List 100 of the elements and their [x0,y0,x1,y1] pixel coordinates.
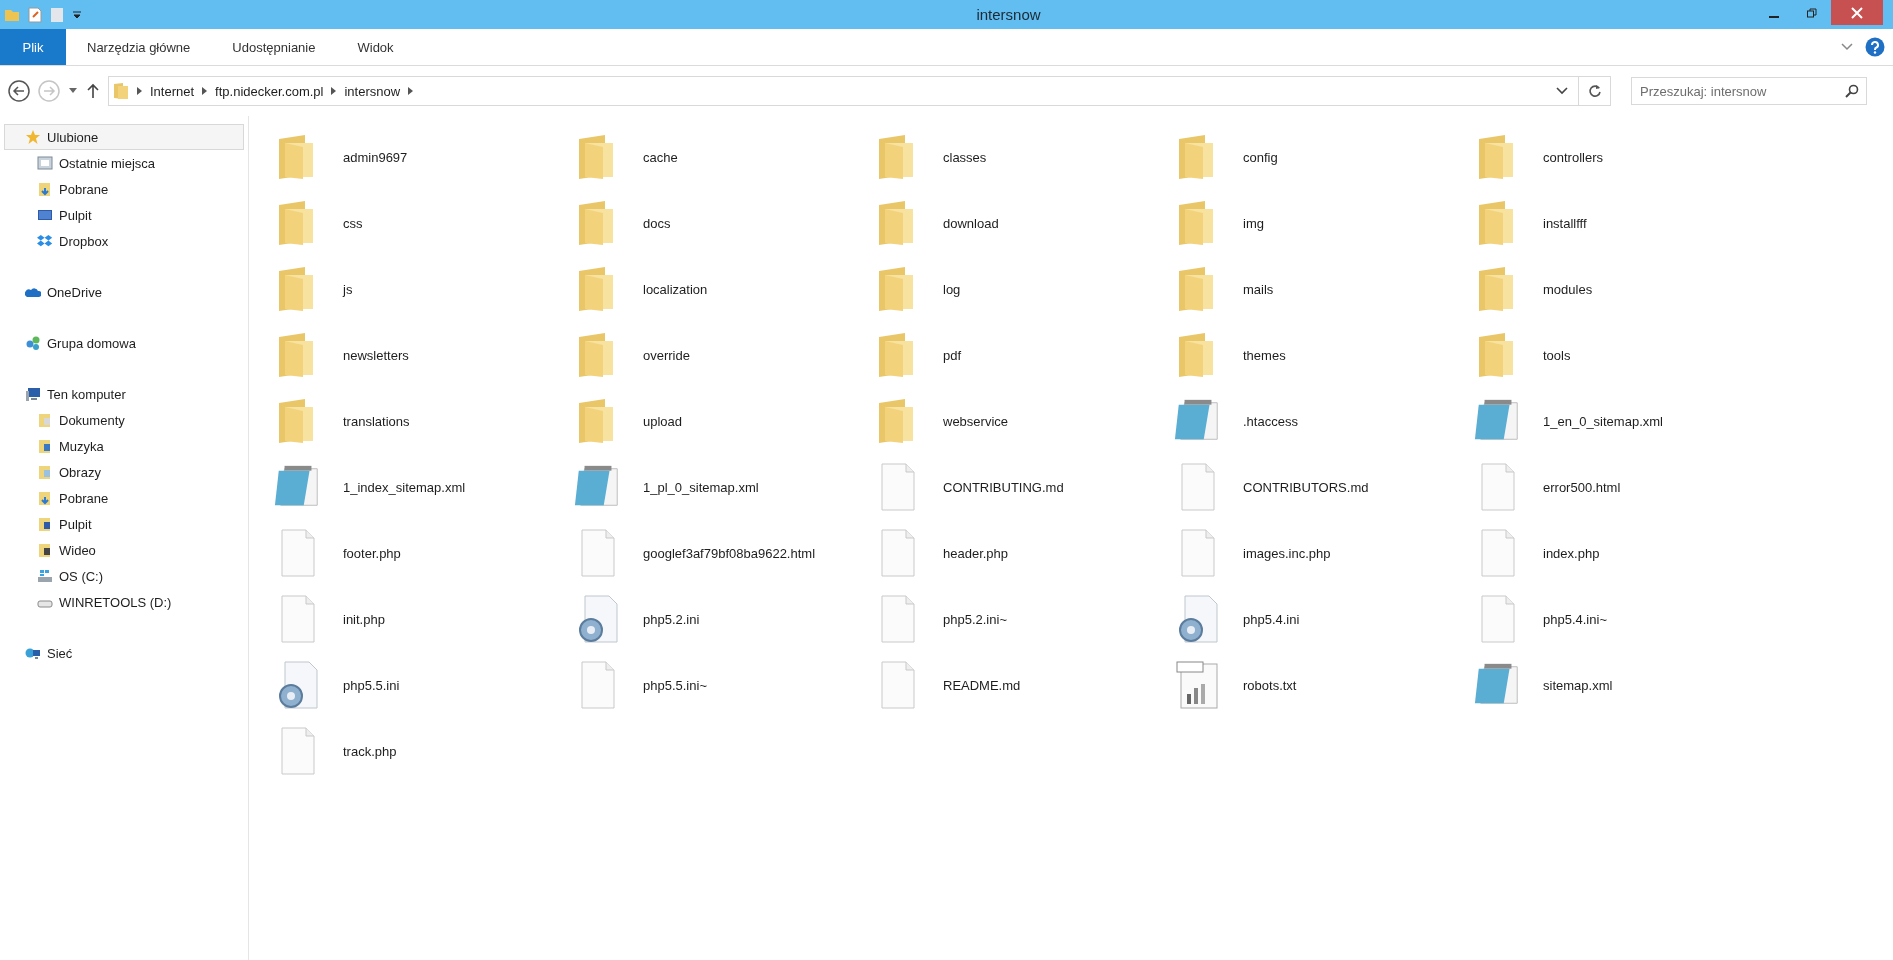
dropbox-icon [37,233,53,249]
file-name[interactable]: config [1243,149,1278,165]
file-name[interactable]: header.php [943,545,1009,561]
breadcrumb[interactable]: ftp.nidecker.com.pl [215,83,324,99]
file-name[interactable]: index.php [1543,545,1600,561]
sidebar-item[interactable]: Sieć [4,640,244,666]
file-name[interactable]: cache [643,149,678,165]
file-name[interactable]: php5.5.ini~ [643,677,707,693]
sidebar-item[interactable]: Obrazy [4,459,244,485]
file-name[interactable]: footer.php [343,545,401,561]
file-name[interactable]: classes [943,149,987,165]
sidebar-label: Dropbox [59,233,109,249]
file-name[interactable]: init.php [343,611,385,627]
file-name[interactable]: pdf [943,347,962,363]
sidebar-item[interactable]: Ostatnie miejsca [4,150,244,176]
file-name[interactable]: docs [643,215,671,231]
chevron-right-icon [331,87,337,95]
file-name[interactable]: webservice [943,413,1009,429]
homegroup-icon [25,335,41,351]
sidebar-item[interactable]: Ulubione [4,124,244,150]
file-name[interactable]: modules [1543,281,1593,297]
file-name[interactable]: installfff [1543,215,1587,231]
file-name[interactable]: php5.2.ini~ [943,611,1007,627]
back-button[interactable] [8,80,30,102]
search-field[interactable]: Przeszukaj: intersnow [1631,77,1867,105]
sidebar-label: WINRETOOLS (D:) [59,594,172,610]
restore-icon [1807,7,1817,18]
document-icon [578,528,618,578]
recent-locations-button[interactable] [68,88,78,94]
file-name[interactable]: README.md [943,677,1021,693]
sidebar-item[interactable]: Muzyka [4,433,244,459]
sidebar-item[interactable]: Dropbox [4,228,244,254]
file-name[interactable]: track.php [343,743,397,759]
sidebar-item[interactable]: Pulpit [4,202,244,228]
file-name[interactable]: php5.4.ini~ [1543,611,1607,627]
ribbon-tab[interactable]: Udostępnianie [211,29,337,65]
file-name[interactable]: themes [1243,347,1286,363]
file-name[interactable]: sitemap.xml [1543,677,1613,693]
file-name[interactable]: css [343,215,363,231]
download-folder-icon [37,181,53,197]
file-name[interactable]: googlef3af79bf08ba9622.html [643,545,816,561]
sidebar-item[interactable]: Wideo [4,537,244,563]
file-name[interactable]: .htaccess [1243,413,1298,429]
sidebar-item[interactable]: Pobrane [4,176,244,202]
file-name[interactable]: newsletters [343,347,409,363]
document-icon [878,660,918,710]
monitor-icon [37,207,53,223]
sidebar-item[interactable]: WINRETOOLS (D:) [4,589,244,615]
document-icon [578,660,618,710]
file-name[interactable]: 1_pl_0_sitemap.xml [643,479,759,495]
file-name[interactable]: CONTRIBUTORS.md [1243,479,1369,495]
sidebar-label: Pulpit [59,516,92,532]
file-name[interactable]: download [943,215,999,231]
file-name[interactable]: CONTRIBUTING.md [943,479,1064,495]
file-name[interactable]: translations [343,413,410,429]
sidebar-item[interactable]: OneDrive [4,279,244,305]
file-name[interactable]: log [943,281,961,297]
search-icon [1845,84,1859,98]
address-bar[interactable]: Internet ftp.nidecker.com.pl intersnow [108,76,1611,106]
up-button[interactable] [86,83,100,99]
file-name[interactable]: upload [643,413,683,429]
file-name[interactable]: override [643,347,690,363]
sidebar-label: Dokumenty [59,412,125,428]
file-name[interactable]: admin9697 [343,149,408,165]
sidebar-item[interactable]: OS (C:) [4,563,244,589]
sidebar-item[interactable]: Grupa domowa [4,330,244,356]
file-name[interactable]: localization [643,281,708,297]
sidebar-item[interactable]: Pulpit [4,511,244,537]
ribbon-tab[interactable]: Widok [336,29,415,65]
sidebar-label: Obrazy [59,464,101,480]
sidebar-label: Ten komputer [47,386,126,402]
file-name[interactable]: tools [1543,347,1571,363]
breadcrumb[interactable]: intersnow [344,83,401,99]
file-name[interactable]: 1_en_0_sitemap.xml [1543,413,1663,429]
ribbon-tab[interactable]: Narzędzia główne [66,29,212,65]
file-name[interactable]: images.inc.php [1243,545,1331,561]
sidebar-label: Wideo [59,542,96,558]
file-name[interactable]: mails [1243,281,1274,297]
sidebar-item[interactable]: Pobrane [4,485,244,511]
sidebar-item[interactable]: Ten komputer [4,381,244,407]
file-name[interactable]: php5.2.ini [643,611,700,627]
file-name[interactable]: 1_index_sitemap.xml [343,479,466,495]
file-name[interactable]: error500.html [1543,479,1621,495]
file-tab[interactable]: Plik [0,29,66,65]
close-button[interactable] [1831,0,1883,25]
sidebar-item[interactable]: Dokumenty [4,407,244,433]
library-folder-icon [37,438,53,454]
sidebar-label: Grupa domowa [47,335,136,351]
chevron-down-icon [1841,43,1853,51]
file-name[interactable]: js [343,281,353,297]
breadcrumb[interactable]: Internet [150,83,195,99]
file-name[interactable]: img [1243,215,1264,231]
document-icon [878,528,918,578]
file-name[interactable]: controllers [1543,149,1603,165]
sidebar-label: Ostatnie miejsca [59,155,156,171]
document-icon [278,594,318,644]
file-name[interactable]: robots.txt [1243,677,1297,693]
document-icon [28,6,42,23]
file-name[interactable]: php5.4.ini [1243,611,1300,627]
file-name[interactable]: php5.5.ini [343,677,400,693]
